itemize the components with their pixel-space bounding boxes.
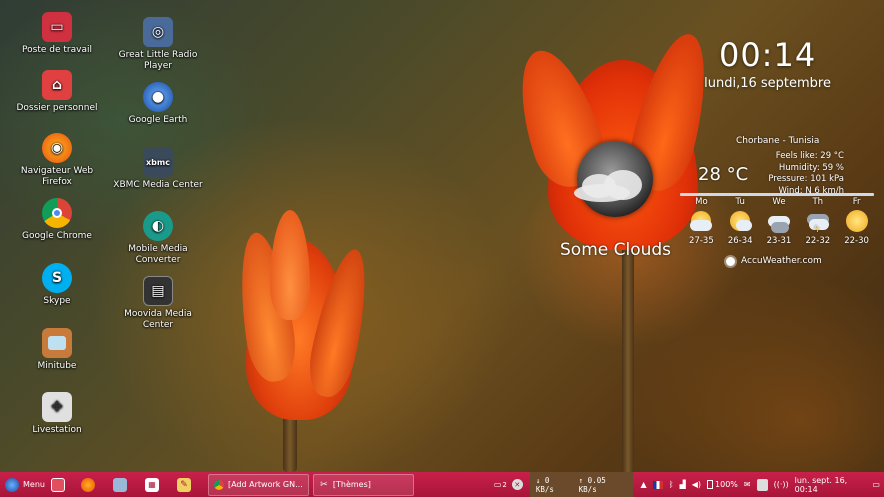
desktop-icon-dossier-personnel[interactable]: ⌂ Dossier personnel bbox=[2, 70, 112, 114]
minitube-icon bbox=[42, 328, 72, 358]
radio-icon: ◎ bbox=[143, 17, 173, 47]
launcher-files[interactable] bbox=[110, 472, 130, 497]
launcher-editor[interactable]: ✎ bbox=[174, 472, 194, 497]
launcher-apps[interactable]: ▦ bbox=[142, 472, 162, 497]
forecast-day: Mo 27-35 bbox=[687, 197, 715, 246]
network-signal-icon[interactable]: ▟ bbox=[680, 480, 686, 489]
forecast-day: Th ϟ 22-32 bbox=[804, 197, 832, 246]
forecast-day: Tu 26-34 bbox=[726, 197, 754, 246]
google-earth-icon: ● bbox=[143, 82, 173, 112]
chat-bubble-icon[interactable]: ▭ bbox=[872, 480, 880, 489]
launcher-desktop[interactable] bbox=[48, 472, 68, 497]
app-grid-icon: ▦ bbox=[144, 477, 159, 492]
taskbar: Menu ▦ ✎ [Add Artwork GN... ✂ [Thèmes] ▭… bbox=[0, 472, 884, 497]
weather-provider[interactable]: AccuWeather.com bbox=[726, 256, 822, 266]
desktop-icon-minitube[interactable]: Minitube bbox=[2, 328, 112, 372]
computer-icon: ▭ bbox=[42, 12, 72, 42]
chrome-icon bbox=[42, 198, 72, 228]
cloudy-icon bbox=[765, 210, 793, 233]
desktop-icon-poste-de-travail[interactable]: ▭ Poste de travail bbox=[2, 12, 112, 56]
home-folder-icon: ⌂ bbox=[42, 70, 72, 100]
weather-divider bbox=[680, 193, 874, 196]
thunderstorm-icon: ϟ bbox=[804, 210, 832, 235]
firefox-icon bbox=[80, 477, 95, 492]
skype-icon: S bbox=[42, 263, 72, 293]
close-icon[interactable]: ✕ bbox=[511, 479, 523, 490]
tulip-petal bbox=[270, 210, 310, 320]
clock-date: lundi,16 septembre bbox=[704, 76, 831, 91]
chat-icon: ▭ bbox=[493, 480, 502, 489]
chrome-icon bbox=[213, 479, 224, 490]
clock-widget: 00:14 lundi,16 septembre bbox=[704, 36, 831, 91]
network-speed-monitor: ↓ 0 KB/s ↑ 0.05 KB/s bbox=[529, 472, 633, 497]
upload-speed: ↑ 0.05 KB/s bbox=[578, 475, 606, 494]
partly-sunny-icon bbox=[687, 210, 715, 232]
partly-sunny-icon bbox=[726, 210, 754, 232]
launcher-firefox[interactable] bbox=[78, 472, 98, 497]
menu-globe-icon bbox=[5, 477, 19, 492]
menu-button[interactable]: Menu bbox=[0, 472, 48, 497]
tools-icon: ✂ bbox=[320, 479, 328, 490]
sunny-icon bbox=[843, 210, 871, 232]
desktop-icon-google-earth[interactable]: ● Google Earth bbox=[103, 82, 213, 126]
clock-time: 00:14 bbox=[718, 36, 817, 74]
weather-location: Chorbane - Tunisia bbox=[736, 136, 820, 146]
xbmc-icon: xbmc bbox=[143, 147, 173, 177]
desktop-icon-radio-player[interactable]: ◎ Great Little Radio Player bbox=[103, 17, 213, 72]
forecast-day: Fr 22-30 bbox=[843, 197, 871, 246]
user-icon[interactable] bbox=[756, 478, 768, 491]
keyboard-layout-flag-icon[interactable] bbox=[652, 480, 663, 489]
moovida-icon: ▤ bbox=[143, 276, 173, 306]
text-editor-icon: ✎ bbox=[176, 477, 191, 492]
desktop-icon-chrome[interactable]: Google Chrome bbox=[2, 198, 112, 242]
desktop-icon-mobile-media-converter[interactable]: ◐ Mobile Media Converter bbox=[103, 211, 213, 266]
desktop-icon-skype[interactable]: S Skype bbox=[2, 263, 112, 307]
desktop-icon-moovida[interactable]: ▤ Moovida Media Center bbox=[103, 276, 213, 331]
desktop-icon-xbmc[interactable]: xbmc XBMC Media Center bbox=[103, 147, 213, 191]
weather-condition: Some Clouds bbox=[560, 240, 672, 260]
chat-indicator[interactable]: ▭ 2 bbox=[494, 480, 507, 489]
task-chrome-window[interactable]: [Add Artwork GN... bbox=[207, 473, 309, 496]
battery-indicator[interactable]: 100% bbox=[707, 480, 738, 489]
weather-details: Feels like: 29 °C Humidity: 59 % Pressur… bbox=[768, 151, 844, 196]
taskbar-datetime[interactable]: lun. sept. 16, 00:14 bbox=[795, 476, 867, 494]
tray-left: ▭ 2 ✕ bbox=[490, 479, 527, 490]
desktop-icon-firefox[interactable]: ◉ Navigateur Web Firefox bbox=[2, 133, 112, 188]
volume-icon[interactable]: ◀) bbox=[692, 480, 701, 489]
show-desktop-icon bbox=[50, 477, 65, 492]
battery-icon bbox=[707, 480, 714, 489]
bluetooth-icon[interactable]: ᛒ bbox=[669, 480, 674, 489]
update-icon[interactable]: ▲ bbox=[641, 480, 647, 489]
download-speed: ↓ 0 KB/s bbox=[535, 475, 554, 494]
weather-temperature: 28 °C bbox=[698, 164, 749, 185]
livestation-icon: ✥ bbox=[42, 392, 72, 422]
wireless-icon[interactable]: ((·)) bbox=[774, 480, 789, 489]
weather-forecast: Mo 27-35 Tu 26-34 We 23-31 Th ϟ 22-32 Fr… bbox=[682, 197, 876, 246]
weather-widget: Chorbane - Tunisia 28 °C Feels like: 29 … bbox=[560, 136, 880, 271]
system-tray: ▲ ᛒ ▟ ◀) 100% ✉ ((·)) lun. sept. 16, 00:… bbox=[637, 476, 884, 494]
mail-icon[interactable]: ✉ bbox=[744, 480, 751, 489]
cloud-puff bbox=[574, 184, 630, 202]
firefox-icon: ◉ bbox=[42, 133, 72, 163]
desktop-icon-livestation[interactable]: ✥ Livestation bbox=[2, 392, 112, 436]
folder-icon bbox=[112, 477, 127, 492]
forecast-day: We 23-31 bbox=[765, 197, 793, 246]
sun-icon bbox=[726, 256, 735, 266]
task-themes-window[interactable]: ✂ [Thèmes] bbox=[312, 473, 414, 496]
media-converter-icon: ◐ bbox=[143, 211, 173, 241]
